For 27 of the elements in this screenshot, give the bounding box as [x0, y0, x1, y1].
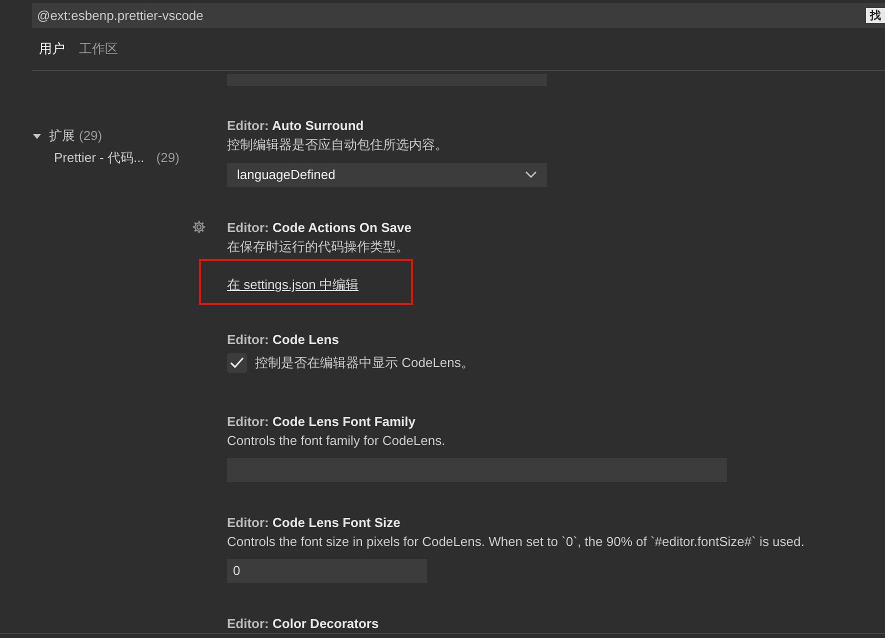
setting-description: 控制是否在编辑器中显示 CodeLens。 [255, 354, 474, 372]
setting-description: Controls the font size in pixels for CodeLens. When set to `0`, the 90% of `#editor.fontSize#` is used. [227, 532, 806, 551]
tab[interactable]: 工作区 [79, 39, 118, 59]
item-count: (29) [79, 127, 102, 145]
item-count: (29) [156, 149, 180, 167]
setting-title: Editor: Code Actions On Save [227, 219, 412, 237]
setting-title: Editor: Color Decorators [227, 614, 380, 632]
setting-description: 控制编辑器是否应自动包住所选内容。 [227, 136, 449, 154]
setting-title: Editor: Code Lens Font Size [227, 514, 402, 532]
input-field[interactable]: 0 [227, 558, 427, 582]
setting-title: Editor: Code Lens Font Family [227, 412, 417, 430]
link[interactable]: 在 settings.json 中编辑 [227, 275, 358, 294]
setting-title: Editor: Auto Surround [227, 117, 365, 135]
setting-description: Controls the font family for CodeLens. [227, 432, 446, 450]
setting-title: Editor: Code Lens [227, 330, 340, 348]
find-button[interactable]: 找 [862, 3, 885, 28]
setting-description: 在保存时运行的代码操作类型。 [227, 238, 410, 256]
check-icon [230, 356, 244, 368]
search-field[interactable]: @ext:esbenp.prettier-vscode [32, 3, 862, 28]
tree-item[interactable]: 扩展 [49, 125, 75, 147]
tab[interactable]: 用户 [39, 39, 65, 59]
gear-icon[interactable] [192, 220, 206, 234]
chevron-icon [525, 171, 537, 179]
checkbox[interactable] [227, 352, 247, 372]
dropdown[interactable]: languageDefined [227, 163, 547, 187]
tree-item[interactable]: Prettier - 代码... [54, 147, 144, 169]
caret-icon[interactable] [33, 132, 41, 140]
